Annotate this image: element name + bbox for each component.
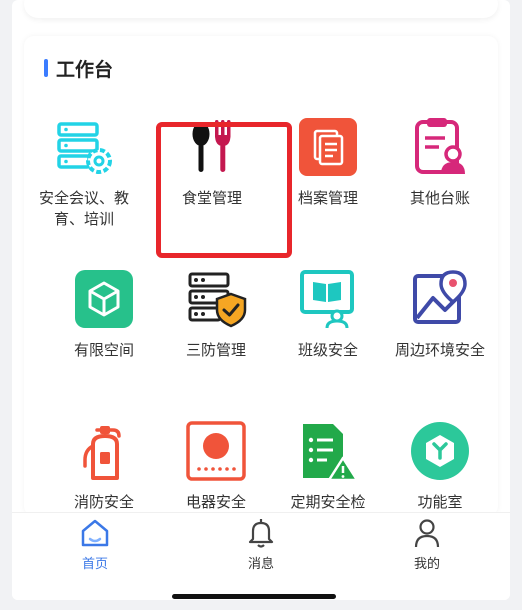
grid-item-label: 周边环境安全 <box>394 341 485 359</box>
cube-icon <box>73 268 135 330</box>
document-icon <box>297 116 359 178</box>
grid-item-function-room[interactable]: 功能室 <box>382 420 498 513</box>
bell-icon <box>248 519 274 548</box>
book-monitor-icon <box>297 268 359 330</box>
tab-mine[interactable]: 我的 <box>367 513 487 600</box>
grid-item-label: 定期安全检 <box>290 493 366 511</box>
grid-item-confined-space[interactable]: 有限空间 <box>46 268 162 361</box>
grid-item-other-ledger[interactable]: 其他台账 <box>382 116 498 209</box>
phone-screen: 工作台 安全会议、教育、培训 食堂管理 档案管理 其他台账 有限空间 三防管理 … <box>12 0 510 600</box>
home-icon <box>81 519 109 547</box>
map-pin-icon <box>409 268 471 330</box>
tab-messages[interactable]: 消息 <box>201 513 321 600</box>
highlight-box <box>156 122 292 258</box>
clipboard-user-icon <box>409 116 471 178</box>
previous-card <box>24 0 498 18</box>
fire-extinguisher-icon <box>73 420 135 482</box>
grid-item-label: 班级安全 <box>297 341 358 359</box>
home-indicator <box>172 594 336 599</box>
grid-item-fire-safety[interactable]: 消防安全 <box>46 420 162 513</box>
tab-label: 我的 <box>413 557 440 572</box>
hexagon-icon <box>409 420 471 482</box>
tab-label: 首页 <box>81 557 108 572</box>
grid-item-three-prevention[interactable]: 三防管理 <box>158 268 274 361</box>
checklist-warning-icon <box>297 420 359 482</box>
grid-item-label: 电器安全 <box>185 493 246 511</box>
tab-label: 消息 <box>247 557 274 572</box>
grid-item-label: 有限空间 <box>73 341 134 359</box>
grid-item-electrical-safety[interactable]: 电器安全 <box>158 420 274 513</box>
grid-item-label: 其他台账 <box>409 189 470 207</box>
grid-item-label: 功能室 <box>417 493 463 511</box>
grid-item-label: 安全会议、教育、培训 <box>38 189 129 228</box>
title-accent-bar <box>44 59 48 77</box>
grid-item-class-safety[interactable]: 班级安全 <box>270 268 386 361</box>
appliance-icon <box>185 420 247 482</box>
grid-item-label: 消防安全 <box>73 493 134 511</box>
server-gear-icon <box>53 116 115 178</box>
grid-item-safety-meeting[interactable]: 安全会议、教育、培训 <box>26 116 142 230</box>
grid-item-surroundings[interactable]: 周边环境安全 <box>382 268 498 361</box>
grid-item-regular-inspection[interactable]: 定期安全检 <box>270 420 386 513</box>
bottom-tab-bar: 首页 消息 我的 <box>12 512 510 600</box>
grid-item-label: 三防管理 <box>185 341 246 359</box>
rack-shield-icon <box>185 268 247 330</box>
section-title: 工作台 <box>44 56 114 81</box>
tab-home[interactable]: 首页 <box>35 513 155 600</box>
workbench-card: 工作台 安全会议、教育、培训 食堂管理 档案管理 其他台账 有限空间 三防管理 … <box>24 36 498 516</box>
user-icon <box>414 519 440 548</box>
section-title-text: 工作台 <box>56 58 114 81</box>
